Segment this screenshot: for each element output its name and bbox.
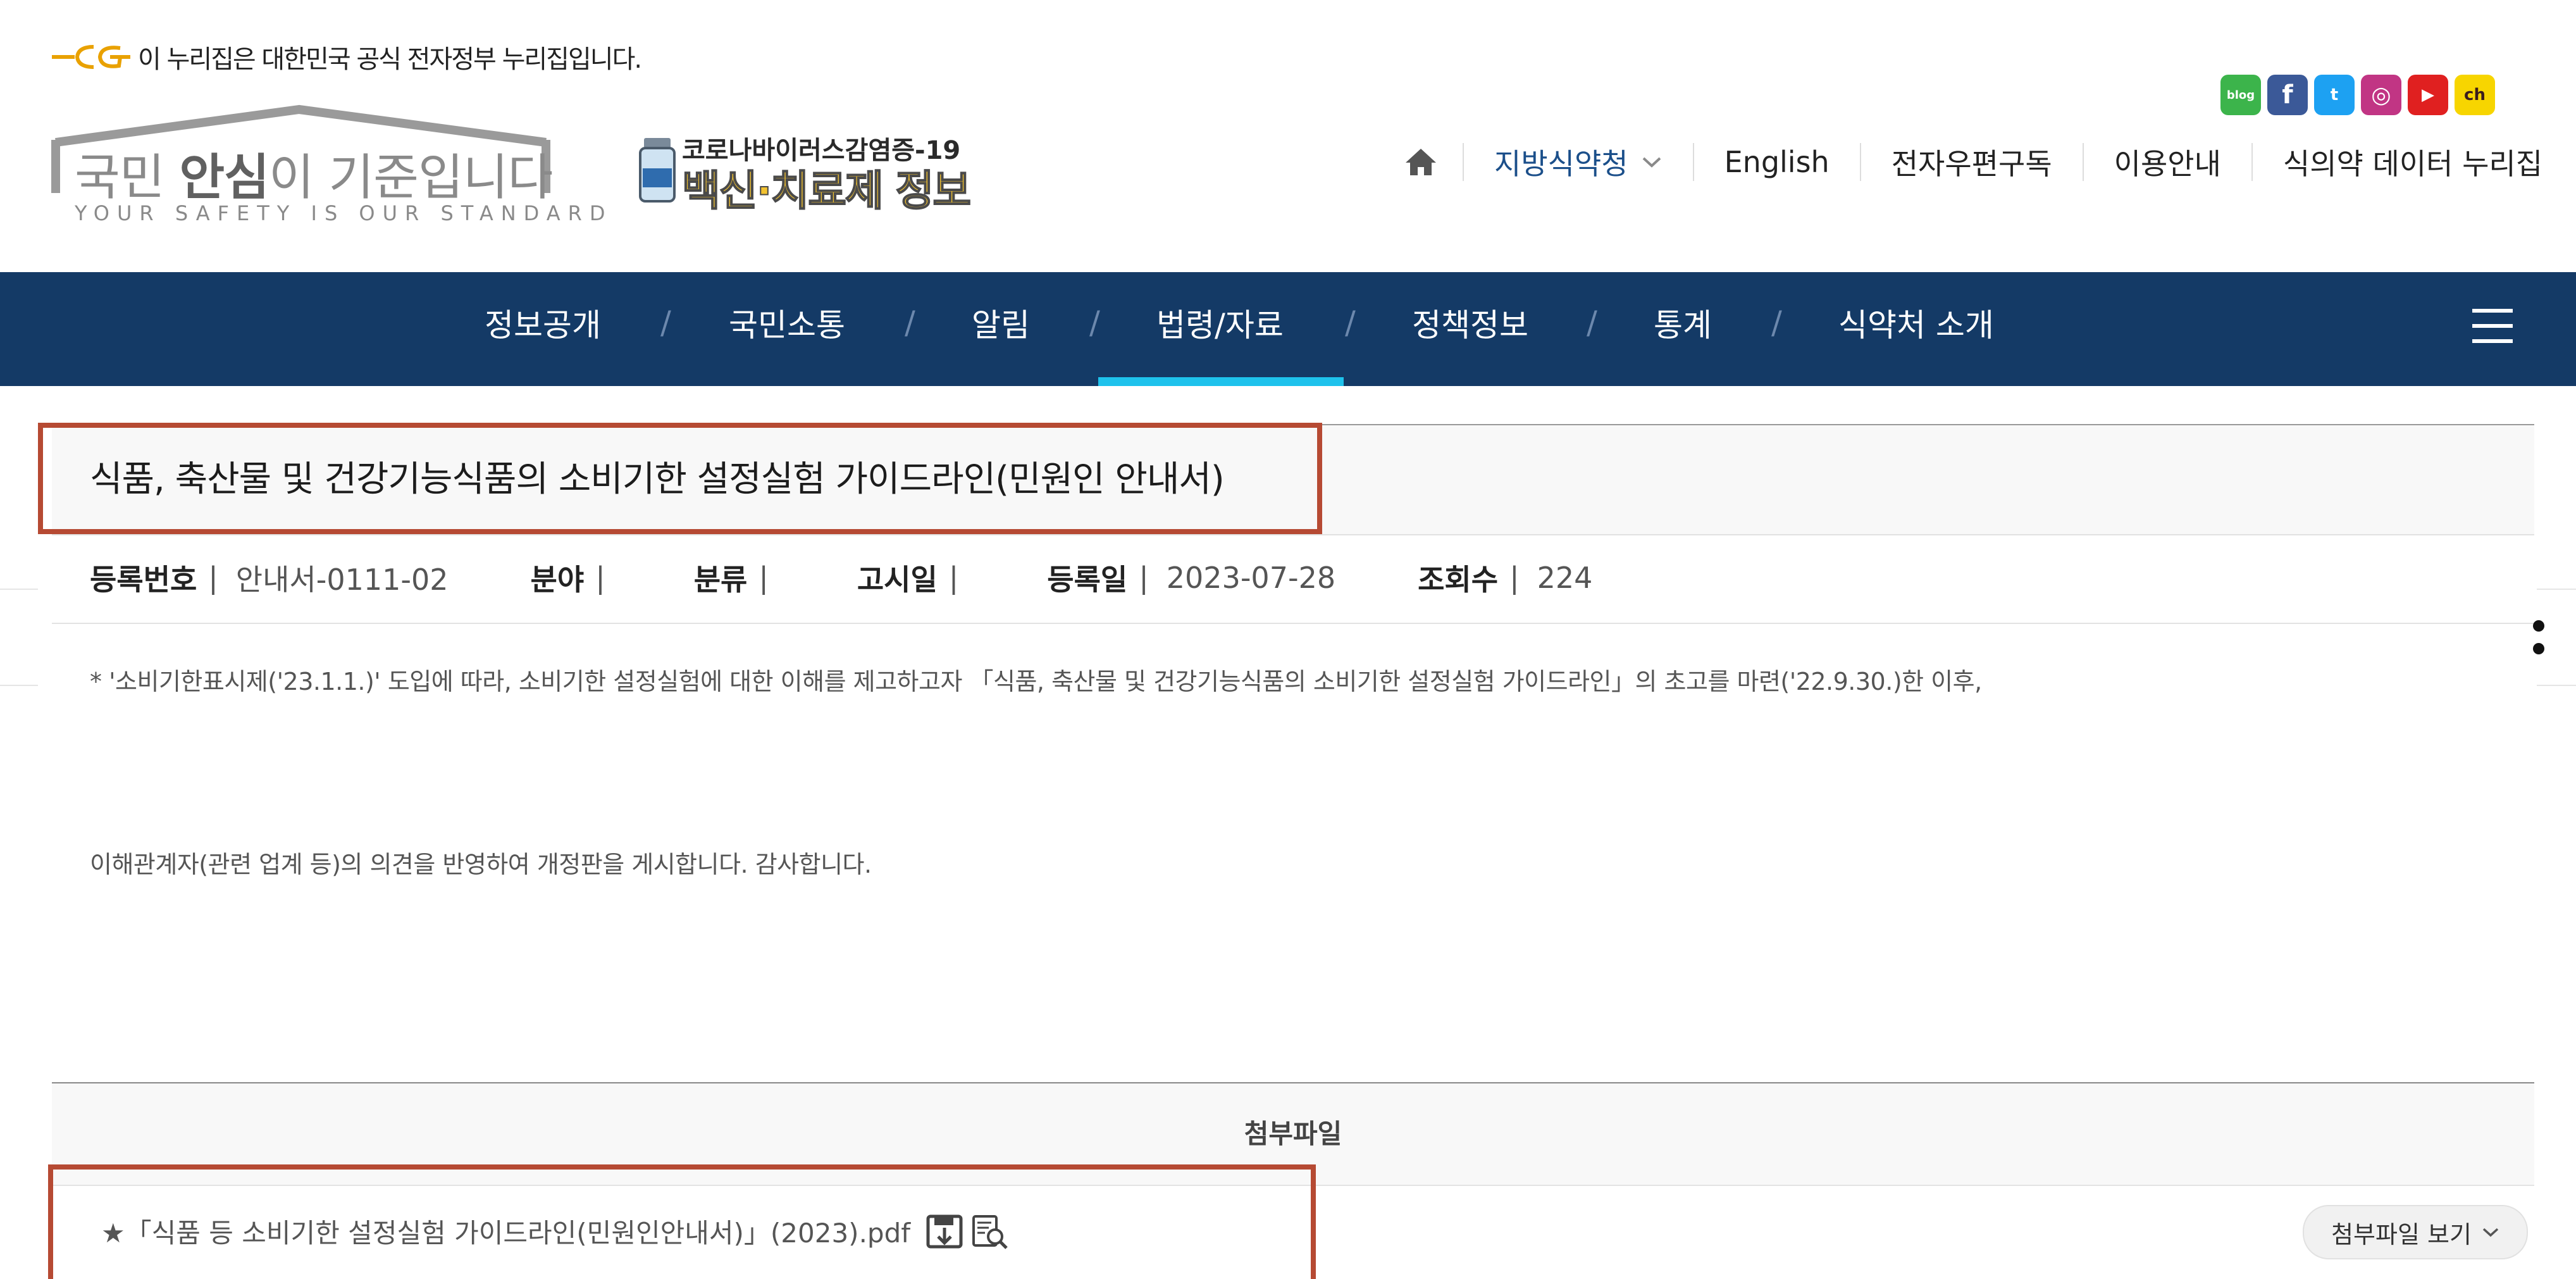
covid-banner-subtitle[interactable]: 백신·치료제 정보 (681, 157, 972, 218)
nav-separator: / (660, 304, 671, 341)
logo-subtitle: YOUR SAFETY IS OUR STANDARD (75, 201, 613, 225)
divider (0, 685, 38, 686)
home-icon (1406, 149, 1436, 175)
view-attachment-label: 첨부파일 보기 (2331, 1220, 2472, 1249)
gov-banner-text: 이 누리집은 대한민국 공식 전자정부 누리집입니다. (138, 45, 642, 74)
divider (0, 589, 38, 590)
data-portal-link[interactable]: 식의약 데이터 누리집 (2251, 143, 2542, 181)
meta-sep: | (208, 561, 218, 595)
field-label: 분야 (530, 563, 585, 597)
reg-date-value: 2023-07-28 (1166, 561, 1336, 595)
nav-law-data[interactable]: 법령/자료 (1156, 272, 1284, 386)
kakao-icon[interactable]: ch (2455, 75, 2495, 115)
category-label: 분류 (693, 563, 748, 597)
reg-no-label: 등록번호 (90, 563, 197, 597)
nav-info-disclosure[interactable]: 정보공개 (485, 272, 601, 386)
chevron-down-icon (1642, 157, 1661, 168)
nav-separator: / (1089, 304, 1100, 341)
post-body-line-1: * '소비기한표시제('23.1.1.)' 도입에 따라, 소비기한 설정실험에… (90, 668, 1982, 696)
highlight-box-attachment (48, 1164, 1316, 1279)
meta-divider (52, 623, 2534, 624)
divider (2537, 589, 2576, 590)
regional-office-label: 지방식약청 (1494, 147, 1628, 181)
more-options-icon[interactable] (2533, 620, 2546, 666)
nav-notice[interactable]: 알림 (972, 272, 1030, 386)
egov-logo-icon (52, 45, 130, 69)
logo-text-1: 국민 (75, 149, 180, 206)
utility-nav: 지방식약청 English 전자우편구독 이용안내 식의약 데이터 누리집 (1404, 140, 2542, 184)
reg-no-value: 안내서-0111-02 (235, 563, 449, 597)
english-link[interactable]: English (1692, 143, 1860, 181)
views-label: 조회수 (1418, 563, 1499, 597)
nav-separator: / (1771, 304, 1782, 341)
nav-active-indicator (1098, 377, 1344, 386)
social-links: blog f t ◎ ▶ ch (2220, 75, 2495, 115)
facebook-icon[interactable]: f (2267, 75, 2308, 115)
gov-banner: 이 누리집은 대한민국 공식 전자정부 누리집입니다. (49, 39, 642, 75)
main-nav: 정보공개 / 국민소통 / 알림 / 법령/자료 / 정책정보 / 통계 / 식… (0, 272, 2576, 386)
nav-communication[interactable]: 국민소통 (729, 272, 845, 386)
views-value: 224 (1537, 561, 1593, 595)
nav-about-mfds[interactable]: 식약처 소개 (1838, 272, 1994, 386)
meta-sep: | (1509, 561, 1520, 595)
meta-sep: | (948, 561, 959, 595)
divider (2537, 685, 2576, 686)
logo-text-2: 이 기준입니다 (268, 149, 553, 206)
site-logo[interactable]: 국민 안심이 기준입니다 (75, 138, 553, 209)
nav-statistics[interactable]: 통계 (1654, 272, 1712, 386)
nav-policy-info[interactable]: 정책정보 (1412, 272, 1528, 386)
highlight-box-title (38, 423, 1322, 534)
reg-date-label: 등록일 (1047, 563, 1128, 597)
logo-text-bold: 안심 (179, 149, 269, 206)
meta-sep: | (595, 561, 605, 595)
nav-separator: / (1345, 304, 1356, 341)
hamburger-menu-icon[interactable] (2472, 309, 2513, 346)
instagram-icon[interactable]: ◎ (2361, 75, 2401, 115)
post-body-line-2: 이해관계자(관련 업계 등)의 의견을 반영하여 개정판을 게시합니다. 감사합… (90, 851, 872, 878)
regional-office-dropdown[interactable]: 지방식약청 (1463, 143, 1693, 181)
attachments-title: 첨부파일 (1244, 1118, 1342, 1149)
youtube-icon[interactable]: ▶ (2408, 75, 2448, 115)
meta-sep: | (759, 561, 769, 595)
vaccine-vial-icon (639, 138, 676, 203)
twitter-icon[interactable]: t (2314, 75, 2355, 115)
home-button[interactable] (1404, 143, 1463, 181)
nav-separator: / (905, 304, 915, 341)
blog-icon[interactable]: blog (2220, 75, 2261, 115)
nav-separator: / (1587, 304, 1597, 341)
newsletter-link[interactable]: 전자우편구독 (1859, 143, 2083, 181)
post-meta: 등록번호 | 안내서-0111-02 분야 | 분류 | 고시일 | 등록일 | 2023… (90, 556, 1675, 600)
meta-sep: | (1139, 561, 1149, 595)
view-attachment-button[interactable]: 첨부파일 보기 (2303, 1205, 2528, 1259)
chevron-down-icon (2482, 1228, 2499, 1237)
notice-date-label: 고시일 (857, 563, 938, 597)
guide-link[interactable]: 이용안내 (2082, 143, 2251, 181)
